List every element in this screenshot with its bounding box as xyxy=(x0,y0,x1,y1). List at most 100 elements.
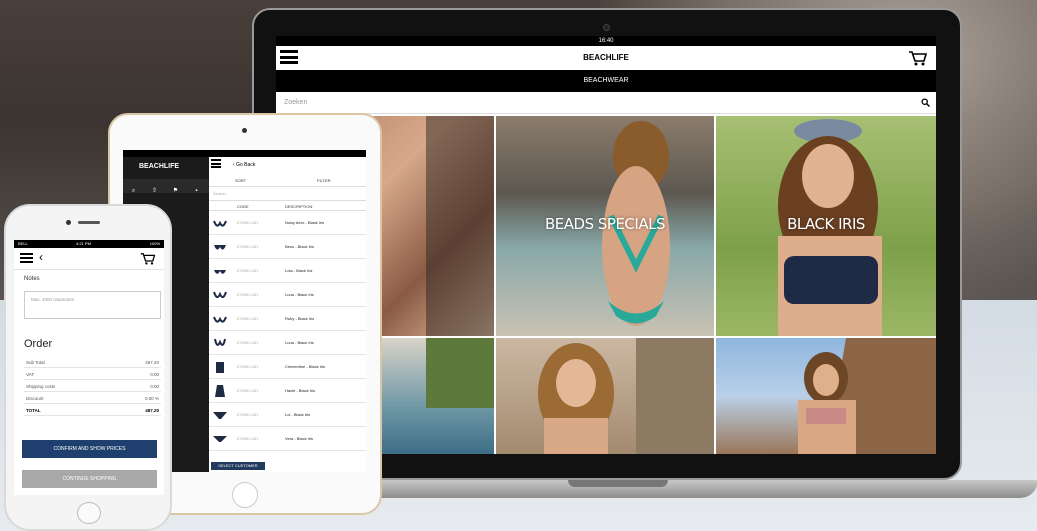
sidebar-icon-row: ⌕ ⇧ ⚑ ▪ xyxy=(123,179,209,194)
table-row[interactable]: 579001-001 Lola - Black Iris xyxy=(209,259,366,283)
bikini-top-thumb xyxy=(214,338,226,346)
category-tile[interactable]: BLACK IRIS xyxy=(716,116,936,336)
menu-icon[interactable] xyxy=(20,253,33,264)
table-row[interactable]: 579001-001 Vera - Black Iris xyxy=(209,427,366,451)
cart-icon[interactable] xyxy=(908,50,928,67)
tablet-brand: BEACHLIFE xyxy=(139,163,180,170)
notes-label: Notes xyxy=(24,276,40,282)
row-description: Hazel - Black Iris xyxy=(285,388,316,393)
cart-icon[interactable] xyxy=(140,252,156,266)
category-tile[interactable] xyxy=(716,338,936,454)
status-time: 4:21 PM xyxy=(76,241,91,246)
flag-icon[interactable]: ⚑ xyxy=(165,184,186,198)
table-row[interactable]: 579001-001 Loi - Black Iris xyxy=(209,403,366,427)
row-code: 579001-001 xyxy=(237,220,259,225)
tile-caption: BEADS SPECIALS xyxy=(545,215,665,233)
bikini-top-thumb xyxy=(214,270,226,274)
row-code: 579001-001 xyxy=(237,340,259,345)
row-code: 579001-001 xyxy=(237,364,259,369)
laptop-notch xyxy=(568,480,668,487)
row-description: Beso - Black Iris xyxy=(285,244,314,249)
table-row[interactable]: 579001-001 Beso - Black Iris xyxy=(209,235,366,259)
phone-screen: BELL 4:21 PM 100% ‹ Notes Max. 4000 char… xyxy=(14,240,164,495)
category-bar[interactable]: BEACHWEAR xyxy=(276,70,936,92)
search-placeholder: Zoeken xyxy=(284,99,308,106)
row-description: Vera - Black Iris xyxy=(285,436,314,441)
line-value: 0.00 % xyxy=(144,396,159,401)
row-code: 579001-001 xyxy=(237,388,259,393)
row-description: Noisy Aero - Black Iris xyxy=(285,220,325,225)
bikini-bottom-thumb xyxy=(213,436,227,442)
tablet-search-input[interactable]: Search xyxy=(209,187,366,201)
phone-nav-bar: ‹ xyxy=(14,248,164,270)
status-battery: 100% xyxy=(149,241,160,246)
phone-camera xyxy=(66,220,71,225)
order-line: Shipping costs 0.00 xyxy=(24,380,161,392)
sort-button[interactable]: SORT xyxy=(235,178,246,183)
table-row[interactable]: 579001-001 Ruby - Black Iris xyxy=(209,307,366,331)
tablet-home-button[interactable] xyxy=(232,482,258,508)
bikini-top-thumb xyxy=(213,291,227,298)
line-label: VAT xyxy=(26,372,35,377)
row-code: 579001-001 xyxy=(237,316,259,321)
row-description: Clementine - Black Iris xyxy=(285,364,326,369)
laptop-header: BEACHLIFE xyxy=(276,46,936,70)
upload-icon[interactable]: ⇧ xyxy=(144,184,165,198)
continue-shopping-button[interactable]: CONTINUE SHOPPING xyxy=(22,470,157,488)
status-carrier: BELL xyxy=(18,241,28,246)
table-row[interactable]: 579001-001 Luna - Black Iris xyxy=(209,283,366,307)
tablet-search-placeholder: Search xyxy=(213,191,226,196)
order-title: Order xyxy=(24,338,53,350)
search-icon[interactable] xyxy=(921,98,930,107)
row-code: 579001-001 xyxy=(237,436,259,441)
folder-icon[interactable]: ▪ xyxy=(186,184,207,198)
notes-textarea[interactable]: Max. 4000 characters xyxy=(24,291,161,319)
go-back-link[interactable]: ‹ Go Back xyxy=(233,162,255,168)
category-tile[interactable] xyxy=(496,338,714,454)
order-line: Sub Total 487.20 xyxy=(24,356,161,368)
table-row[interactable]: 579001-001 Noisy Aero - Black Iris xyxy=(209,211,366,235)
row-code: 579001-001 xyxy=(237,268,259,273)
phone-speaker xyxy=(78,221,100,224)
line-value: 0.00 xyxy=(150,384,159,389)
chevron-left-icon[interactable]: ‹ xyxy=(39,250,43,264)
bikini-top-thumb xyxy=(214,245,226,250)
model-photo xyxy=(538,338,714,454)
row-description: Lola - Black Iris xyxy=(285,268,313,273)
table-row[interactable]: 579001-001 Luna - Black Iris xyxy=(209,331,366,355)
search-icon[interactable]: ⌕ xyxy=(123,184,144,198)
table-row[interactable]: 579001-001 Clementine - Black Iris xyxy=(209,355,366,379)
category-tile[interactable]: BEADS SPECIALS xyxy=(496,116,714,336)
order-total-line: TOTAL 487.20 xyxy=(24,404,161,416)
tile-caption: BLACK IRIS xyxy=(787,215,865,233)
select-customer-button[interactable]: SELECT CUSTOMER xyxy=(211,462,265,470)
brand-title: BEACHLIFE xyxy=(583,53,629,62)
line-label: Discount xyxy=(26,396,44,401)
filter-button[interactable]: FILTER xyxy=(317,178,330,183)
row-code: 579001-001 xyxy=(237,412,259,417)
line-value: 487.20 xyxy=(145,360,159,365)
row-code: 579001-001 xyxy=(237,292,259,297)
tablet-status-bar xyxy=(123,150,366,157)
column-description: DESCRIPTION xyxy=(285,204,313,209)
confirm-button[interactable]: CONFIRM AND SHOW PRICES xyxy=(22,440,157,458)
line-label: TOTAL xyxy=(26,408,41,413)
row-description: Ruby - Black Iris xyxy=(285,316,315,321)
line-value: 487.20 xyxy=(145,408,159,413)
table-row[interactable]: 579001-001 Hazel - Black Iris xyxy=(209,379,366,403)
phone-status-bar: BELL 4:21 PM 100% xyxy=(14,240,164,248)
row-description: Luna - Black Iris xyxy=(285,340,314,345)
tablet-filter-bar: SORT FILTER xyxy=(209,175,366,187)
bikini-top-thumb xyxy=(213,220,227,227)
line-label: Sub Total xyxy=(26,360,45,365)
order-line: VAT 0.00 xyxy=(24,368,161,380)
phone-home-button[interactable] xyxy=(77,502,101,524)
bikini-bottom-thumb xyxy=(213,412,227,419)
laptop-status-time: 16:40 xyxy=(276,36,936,46)
search-bar[interactable]: Zoeken xyxy=(276,92,936,114)
tablet-main: ‹ Go Back SORT FILTER Search CODE DESCRI… xyxy=(209,157,366,472)
menu-icon[interactable] xyxy=(211,159,221,168)
row-description: Luna - Black Iris xyxy=(285,292,314,297)
order-line: Discount 0.00 % xyxy=(24,392,161,404)
line-label: Shipping costs xyxy=(26,384,56,389)
